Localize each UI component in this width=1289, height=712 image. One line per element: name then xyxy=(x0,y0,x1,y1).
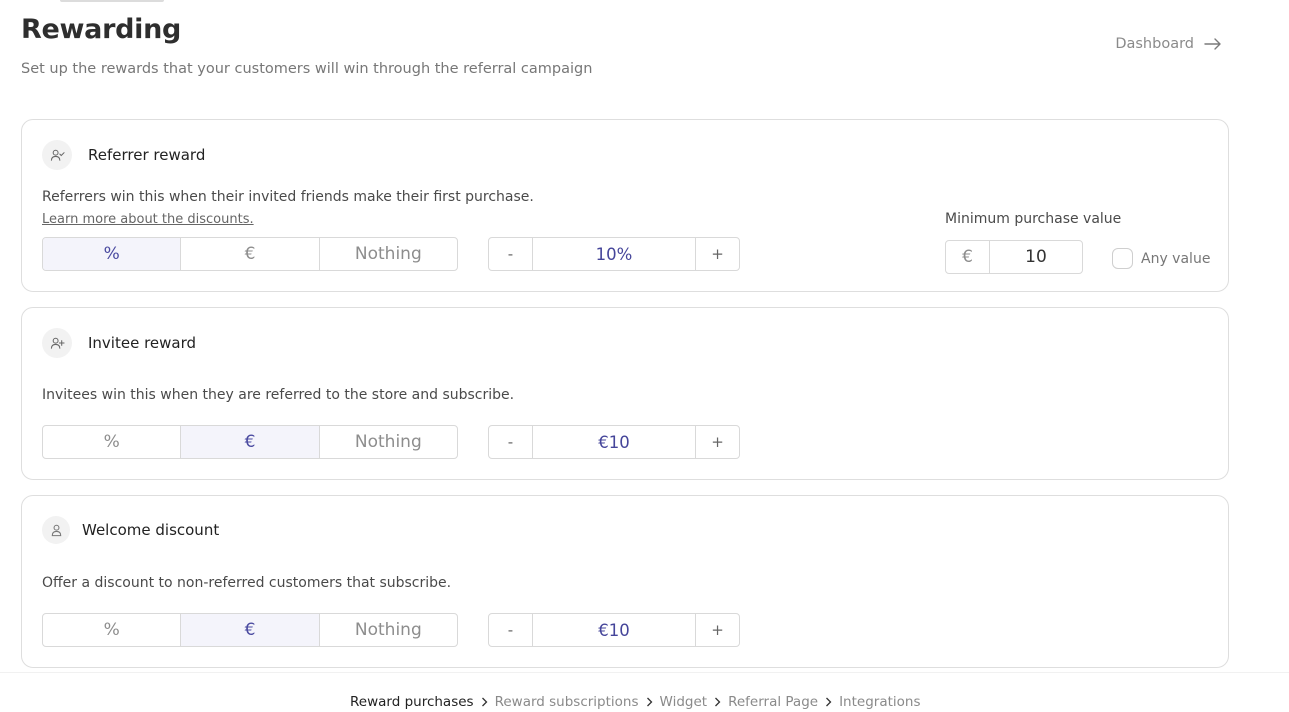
invitee-reward-header: Invitee reward xyxy=(42,328,196,358)
welcome-discount-stepper: - €10 + xyxy=(488,613,740,647)
currency-prefix: € xyxy=(946,241,990,273)
top-tab-indicator xyxy=(60,0,164,2)
referrer-reward-stepper: - 10% + xyxy=(488,237,740,271)
reward-type-euro[interactable]: € xyxy=(181,238,320,270)
chevron-right-icon xyxy=(481,697,488,707)
dashboard-link[interactable]: Dashboard xyxy=(1115,36,1222,52)
referrer-reward-type-toggle: % € Nothing xyxy=(42,237,458,271)
increment-button[interactable]: + xyxy=(695,614,739,646)
user-check-icon xyxy=(42,140,72,170)
referrer-reward-card: Referrer reward Referrers win this when … xyxy=(21,119,1229,292)
page-header: Rewarding Set up the rewards that your c… xyxy=(21,14,1231,94)
reward-value[interactable]: €10 xyxy=(533,614,695,646)
chevron-right-icon xyxy=(825,697,832,707)
invitee-reward-card: Invitee reward Invitees win this when th… xyxy=(21,307,1229,480)
minimum-purchase-input[interactable]: € 10 xyxy=(945,240,1083,274)
chevron-right-icon xyxy=(646,697,653,707)
invitee-reward-description: Invitees win this when they are referred… xyxy=(42,387,515,403)
arrow-right-icon xyxy=(1204,38,1221,50)
invitee-reward-title: Invitee reward xyxy=(88,334,197,352)
user-icon xyxy=(42,516,70,544)
page-title: Rewarding xyxy=(21,14,182,45)
breadcrumb-widget[interactable]: Widget xyxy=(660,694,708,710)
welcome-discount-card: Welcome discount Offer a discount to non… xyxy=(21,495,1229,668)
page-subtitle: Set up the rewards that your customers w… xyxy=(21,61,593,77)
reward-type-nothing[interactable]: Nothing xyxy=(320,238,457,270)
user-plus-icon xyxy=(42,328,72,358)
referrer-reward-title: Referrer reward xyxy=(88,146,206,164)
checkbox-box[interactable] xyxy=(1112,248,1133,269)
reward-type-percent[interactable]: % xyxy=(43,426,182,458)
referrer-reward-header: Referrer reward xyxy=(42,140,205,170)
invitee-reward-type-toggle: % € Nothing xyxy=(42,425,458,459)
reward-value[interactable]: €10 xyxy=(533,426,695,458)
chevron-right-icon xyxy=(714,697,721,707)
footer-bar: Reward purchases Reward subscriptions Wi… xyxy=(0,672,1289,712)
dashboard-label: Dashboard xyxy=(1115,36,1194,52)
reward-type-percent[interactable]: % xyxy=(43,614,182,646)
invitee-reward-stepper: - €10 + xyxy=(488,425,740,459)
referrer-reward-description: Referrers win this when their invited fr… xyxy=(42,189,534,205)
welcome-discount-title: Welcome discount xyxy=(82,521,220,539)
reward-type-nothing[interactable]: Nothing xyxy=(320,614,457,646)
reward-type-percent[interactable]: % xyxy=(43,238,182,270)
reward-type-nothing[interactable]: Nothing xyxy=(320,426,457,458)
breadcrumb: Reward purchases Reward subscriptions Wi… xyxy=(350,694,921,710)
welcome-discount-header: Welcome discount xyxy=(42,516,219,544)
minimum-purchase-label: Minimum purchase value xyxy=(945,211,1122,227)
reward-type-euro[interactable]: € xyxy=(181,614,320,646)
decrement-button[interactable]: - xyxy=(489,426,533,458)
learn-more-link[interactable]: Learn more about the discounts. xyxy=(42,212,254,227)
breadcrumb-integrations[interactable]: Integrations xyxy=(839,694,920,710)
decrement-button[interactable]: - xyxy=(489,614,533,646)
breadcrumb-referral-page[interactable]: Referral Page xyxy=(728,694,818,710)
any-value-checkbox[interactable]: Any value xyxy=(1112,248,1210,269)
reward-value[interactable]: 10% xyxy=(533,238,695,270)
reward-type-euro[interactable]: € xyxy=(181,426,320,458)
any-value-label: Any value xyxy=(1141,250,1211,267)
breadcrumb-reward-subscriptions[interactable]: Reward subscriptions xyxy=(495,694,639,710)
decrement-button[interactable]: - xyxy=(489,238,533,270)
breadcrumb-reward-purchases[interactable]: Reward purchases xyxy=(350,694,474,710)
welcome-discount-description: Offer a discount to non-referred custome… xyxy=(42,575,452,591)
minimum-purchase-value[interactable]: 10 xyxy=(990,241,1082,273)
increment-button[interactable]: + xyxy=(695,238,739,270)
welcome-discount-type-toggle: % € Nothing xyxy=(42,613,458,647)
increment-button[interactable]: + xyxy=(695,426,739,458)
